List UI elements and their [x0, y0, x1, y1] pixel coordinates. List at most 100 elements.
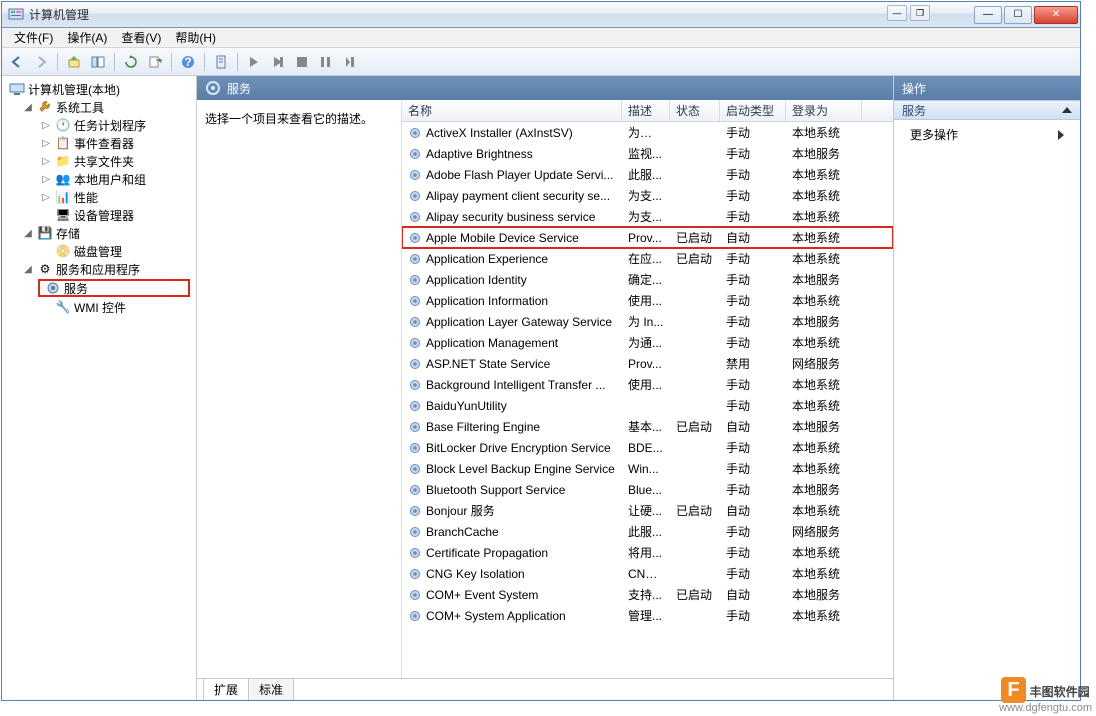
menu-file[interactable]: 文件(F)	[8, 27, 59, 48]
tree-wmi[interactable]: 🔧WMI 控件	[2, 298, 196, 316]
secondary-restore-button[interactable]: ❐	[910, 5, 930, 21]
service-row[interactable]: Adaptive Brightness监视...手动本地服务	[402, 143, 893, 164]
menu-view[interactable]: 查看(V)	[115, 27, 167, 48]
expand-icon[interactable]: ▷	[40, 156, 52, 167]
show-hide-tree-button[interactable]	[87, 51, 109, 73]
service-row[interactable]: Alipay security business service为支...手动本…	[402, 206, 893, 227]
service-row[interactable]: ASP.NET State ServiceProv...禁用网络服务	[402, 353, 893, 374]
tree-device-manager[interactable]: 🖥设备管理器	[2, 206, 196, 224]
disk-icon: 📀	[55, 243, 71, 259]
tree-root[interactable]: 计算机管理(本地)	[2, 80, 196, 98]
service-startup-type: 手动	[720, 481, 786, 498]
gear-icon	[408, 315, 422, 329]
service-row[interactable]: Base Filtering Engine基本...已启动自动本地服务	[402, 416, 893, 437]
navigation-tree[interactable]: 计算机管理(本地) ◢ 系统工具 ▷🕐任务计划程序 ▷📋事件查看器 ▷📁共享文件…	[2, 76, 197, 700]
service-row[interactable]: BitLocker Drive Encryption ServiceBDE...…	[402, 437, 893, 458]
tree-shared-folders[interactable]: ▷📁共享文件夹	[2, 152, 196, 170]
service-row[interactable]: BaiduYunUtility手动本地系统	[402, 395, 893, 416]
tree-label: 性能	[74, 189, 98, 206]
col-logon[interactable]: 登录为	[786, 100, 862, 121]
service-row[interactable]: Bonjour 服务让硬...已启动自动本地系统	[402, 500, 893, 521]
forward-button[interactable]	[30, 51, 52, 73]
service-row[interactable]: Application Experience在应...已启动手动本地系统	[402, 248, 893, 269]
expand-icon[interactable]: ▷	[40, 120, 52, 131]
gear-icon	[408, 525, 422, 539]
services-list[interactable]: 名称 描述 状态 启动类型 登录为 ActiveX Installer (AxI…	[402, 100, 893, 678]
tab-extended[interactable]: 扩展	[203, 678, 249, 700]
service-row[interactable]: Application Information使用...手动本地系统	[402, 290, 893, 311]
tree-event-viewer[interactable]: ▷📋事件查看器	[2, 134, 196, 152]
col-startup-type[interactable]: 启动类型	[720, 100, 786, 121]
service-row[interactable]: Alipay payment client security se...为支..…	[402, 185, 893, 206]
actions-section-services[interactable]: 服务	[894, 100, 1080, 120]
col-name[interactable]: 名称	[402, 100, 622, 121]
center-panel: 服务 选择一个项目来查看它的描述。 名称 描述 状态 启动类型 登录为 Acti…	[197, 76, 894, 700]
service-row[interactable]: Apple Mobile Device ServiceProv...已启动自动本…	[402, 227, 893, 248]
maximize-button[interactable]: ☐	[1004, 6, 1032, 24]
start-service-button[interactable]	[243, 51, 265, 73]
actions-more[interactable]: 更多操作	[894, 120, 1080, 149]
service-row[interactable]: Application Layer Gateway Service为 In...…	[402, 311, 893, 332]
refresh-button[interactable]	[120, 51, 142, 73]
service-startup-type: 手动	[720, 271, 786, 288]
properties-button[interactable]	[210, 51, 232, 73]
service-row[interactable]: Bluetooth Support ServiceBlue...手动本地服务	[402, 479, 893, 500]
service-row[interactable]: Block Level Backup Engine ServiceWin...手…	[402, 458, 893, 479]
up-button[interactable]	[63, 51, 85, 73]
tree-performance[interactable]: ▷📊性能	[2, 188, 196, 206]
col-state[interactable]: 状态	[670, 100, 720, 121]
actions-pane: 操作 服务 更多操作	[894, 76, 1080, 700]
service-row[interactable]: COM+ Event System支持...已启动自动本地服务	[402, 584, 893, 605]
wmi-icon: 🔧	[55, 299, 71, 315]
wrench-icon	[37, 99, 53, 115]
menu-help[interactable]: 帮助(H)	[169, 27, 222, 48]
secondary-window-controls: — ❐	[887, 5, 930, 21]
gear-icon	[408, 420, 422, 434]
collapse-icon[interactable]: ◢	[22, 228, 34, 239]
gear-icon	[408, 336, 422, 350]
service-startup-type: 自动	[720, 418, 786, 435]
back-button[interactable]	[6, 51, 28, 73]
expand-icon[interactable]: ▷	[40, 192, 52, 203]
service-row[interactable]: ActiveX Installer (AxInstSV)为从 ...手动本地系统	[402, 122, 893, 143]
tree-local-users[interactable]: ▷👥本地用户和组	[2, 170, 196, 188]
pause-resume-button[interactable]	[267, 51, 289, 73]
expand-icon[interactable]: ▷	[40, 174, 52, 185]
service-row[interactable]: BranchCache此服...手动网络服务	[402, 521, 893, 542]
tree-system-tools[interactable]: ◢ 系统工具	[2, 98, 196, 116]
collapse-icon[interactable]: ◢	[22, 264, 34, 275]
tab-standard[interactable]: 标准	[248, 678, 294, 700]
tree-services[interactable]: 服务	[38, 279, 190, 297]
service-startup-type: 手动	[720, 607, 786, 624]
tree-disk-management[interactable]: 📀磁盘管理	[2, 242, 196, 260]
computer-icon	[9, 81, 25, 97]
service-row[interactable]: Adobe Flash Player Update Servi...此服...手…	[402, 164, 893, 185]
main-window: 计算机管理 — ❐ — ☐ ✕ 文件(F) 操作(A) 查看(V) 帮助(H) …	[1, 1, 1081, 701]
service-row[interactable]: Application Management为通...手动本地系统	[402, 332, 893, 353]
export-button[interactable]	[144, 51, 166, 73]
close-button[interactable]: ✕	[1034, 6, 1078, 24]
service-row[interactable]: Background Intelligent Transfer ...使用...…	[402, 374, 893, 395]
service-row[interactable]: Certificate Propagation将用...手动本地系统	[402, 542, 893, 563]
stop-service-button[interactable]	[291, 51, 313, 73]
clock-icon: 🕐	[55, 117, 71, 133]
restart-service-button[interactable]	[339, 51, 361, 73]
tree-task-scheduler[interactable]: ▷🕐任务计划程序	[2, 116, 196, 134]
service-name: Background Intelligent Transfer ...	[426, 378, 605, 392]
service-desc: Win...	[622, 462, 670, 476]
menu-action[interactable]: 操作(A)	[61, 27, 113, 48]
service-row[interactable]: CNG Key IsolationCNG...手动本地系统	[402, 563, 893, 584]
secondary-minimize-button[interactable]: —	[887, 5, 907, 21]
tree-services-apps[interactable]: ◢⚙服务和应用程序	[2, 260, 196, 278]
services-title: 服务	[227, 80, 251, 97]
col-desc[interactable]: 描述	[622, 100, 670, 121]
collapse-icon[interactable]: ◢	[22, 102, 34, 113]
help-button[interactable]: ?	[177, 51, 199, 73]
expand-icon[interactable]: ▷	[40, 138, 52, 149]
minimize-button[interactable]: —	[974, 6, 1002, 24]
service-row[interactable]: Application Identity确定...手动本地服务	[402, 269, 893, 290]
tree-storage[interactable]: ◢💾存储	[2, 224, 196, 242]
section-label: 服务	[902, 102, 926, 119]
pause-service-button[interactable]	[315, 51, 337, 73]
service-row[interactable]: COM+ System Application管理...手动本地系统	[402, 605, 893, 626]
